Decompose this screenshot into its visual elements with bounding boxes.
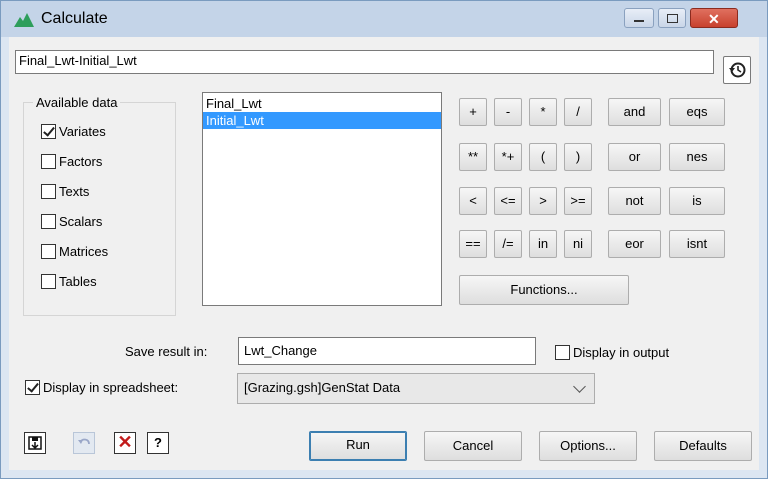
display-spreadsheet-option[interactable]: Display in spreadsheet:: [25, 377, 178, 397]
checkbox-scalars[interactable]: Scalars: [41, 211, 102, 231]
display-output-checkbox[interactable]: [555, 344, 570, 360]
maximize-button[interactable]: [658, 8, 686, 28]
operator-button-greater-than[interactable]: >: [529, 187, 557, 215]
clear-button[interactable]: ✕: [114, 432, 136, 454]
history-button[interactable]: [723, 56, 751, 84]
available-data-title: Available data: [33, 95, 121, 110]
operator-button-divide[interactable]: /: [564, 98, 592, 126]
close-icon: ✕: [708, 11, 720, 27]
operator-button-matrix-product[interactable]: *+: [494, 143, 522, 171]
save-defaults-button[interactable]: [24, 432, 46, 454]
clear-icon: ✕: [117, 432, 133, 452]
operator-button-less-than[interactable]: <: [459, 187, 487, 215]
operator-button-ni[interactable]: ni: [564, 230, 592, 258]
operator-button-in[interactable]: in: [529, 230, 557, 258]
close-button[interactable]: ✕: [690, 8, 738, 28]
operator-button-greater-equal[interactable]: >=: [564, 187, 592, 215]
operator-button-plus[interactable]: +: [459, 98, 487, 126]
save-result-label: Save result in:: [125, 344, 208, 359]
checkbox-variates[interactable]: Variates: [41, 121, 106, 141]
help-button[interactable]: ?: [147, 432, 169, 454]
checkbox-texts[interactable]: Texts: [41, 181, 89, 201]
display-spreadsheet-label: Display in spreadsheet:: [43, 379, 179, 395]
options-button[interactable]: Options...: [539, 431, 637, 461]
texts-label: Texts: [59, 183, 90, 199]
calculate-dialog: Calculate ✕ Final_Lwt-Initial_Lwt Availa…: [0, 0, 768, 479]
help-icon: ?: [154, 435, 162, 450]
factors-label: Factors: [59, 153, 103, 169]
operator-button-eqs[interactable]: eqs: [669, 98, 725, 126]
minimize-button[interactable]: [624, 8, 654, 28]
spreadsheet-select-value: [Grazing.gsh]GenStat Data: [244, 380, 401, 395]
operator-button-not-equals[interactable]: /=: [494, 230, 522, 258]
matrices-checkbox[interactable]: [41, 243, 56, 259]
chevron-down-icon: [573, 380, 586, 393]
expression-field[interactable]: Final_Lwt-Initial_Lwt: [15, 50, 714, 74]
checkbox-tables[interactable]: Tables: [41, 271, 97, 291]
operator-button-or[interactable]: or: [608, 143, 661, 171]
operator-button-eor[interactable]: eor: [608, 230, 661, 258]
scalars-checkbox[interactable]: [41, 213, 56, 229]
save-icon: [28, 436, 42, 450]
app-icon: [14, 13, 34, 27]
texts-checkbox[interactable]: [41, 183, 56, 199]
operator-button-power[interactable]: **: [459, 143, 487, 171]
operator-button-nes[interactable]: nes: [669, 143, 725, 171]
spreadsheet-select[interactable]: [Grazing.gsh]GenStat Data: [237, 373, 595, 404]
tables-checkbox[interactable]: [41, 273, 56, 289]
operator-button-and[interactable]: and: [608, 98, 661, 126]
display-output-label: Display in output: [573, 344, 670, 360]
dialog-body: Final_Lwt-Initial_Lwt Available data Var…: [9, 37, 759, 470]
undo-button[interactable]: [73, 432, 95, 454]
list-item-final-lwt[interactable]: Final_Lwt: [203, 95, 441, 112]
variates-checkbox[interactable]: [41, 123, 56, 139]
operator-button-less-equal[interactable]: <=: [494, 187, 522, 215]
undo-icon: [78, 438, 90, 445]
functions-button[interactable]: Functions...: [459, 275, 629, 305]
tables-label: Tables: [59, 273, 97, 289]
history-icon: [729, 62, 746, 78]
operator-button-multiply[interactable]: *: [529, 98, 557, 126]
scalars-label: Scalars: [59, 213, 103, 229]
run-button[interactable]: Run: [309, 431, 407, 461]
cancel-button[interactable]: Cancel: [424, 431, 522, 461]
save-result-field[interactable]: Lwt_Change: [238, 337, 536, 365]
display-spreadsheet-checkbox[interactable]: [25, 379, 40, 395]
display-output-option[interactable]: Display in output: [555, 342, 669, 362]
list-item-initial-lwt[interactable]: Initial_Lwt: [203, 112, 441, 129]
operator-button-is[interactable]: is: [669, 187, 725, 215]
data-listbox[interactable]: Final_Lwt Initial_Lwt: [202, 92, 442, 306]
operator-button-close-paren[interactable]: ): [564, 143, 592, 171]
operator-button-equals[interactable]: ==: [459, 230, 487, 258]
operator-button-open-paren[interactable]: (: [529, 143, 557, 171]
title-bar: Calculate ✕: [1, 1, 767, 37]
operator-button-not[interactable]: not: [608, 187, 661, 215]
operator-button-minus[interactable]: -: [494, 98, 522, 126]
checkbox-factors[interactable]: Factors: [41, 151, 102, 171]
operator-button-isnt[interactable]: isnt: [669, 230, 725, 258]
defaults-button[interactable]: Defaults: [654, 431, 752, 461]
factors-checkbox[interactable]: [41, 153, 56, 169]
variates-label: Variates: [59, 123, 106, 139]
checkbox-matrices[interactable]: Matrices: [41, 241, 108, 261]
matrices-label: Matrices: [59, 243, 109, 259]
window-title: Calculate: [41, 10, 108, 27]
